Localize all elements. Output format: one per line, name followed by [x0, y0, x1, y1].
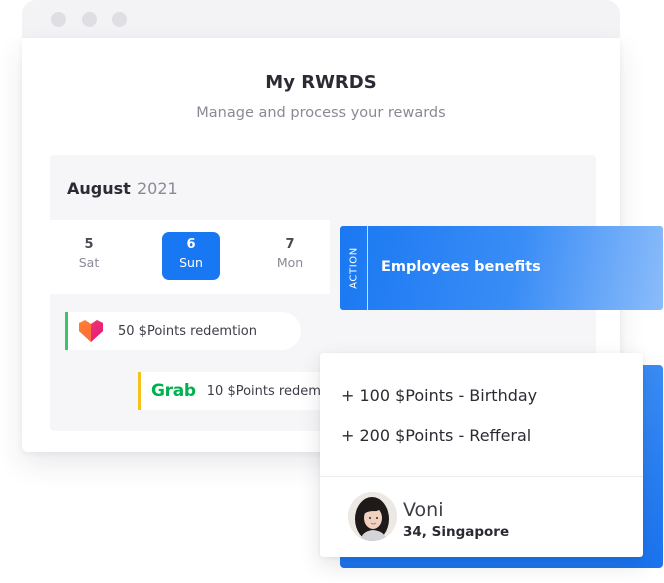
- day-name: Mon: [276, 255, 304, 270]
- action-tag-label: ACTION: [348, 247, 360, 289]
- page-subtitle: Manage and process your rewards: [196, 105, 446, 121]
- day-option-sun[interactable]: 6 Sun: [162, 232, 220, 280]
- window-title-bar: [22, 0, 620, 40]
- window-dot-close[interactable]: [51, 12, 66, 27]
- action-title: Employees benefits: [381, 259, 541, 275]
- user-meta: 34, Singapore: [403, 524, 510, 540]
- day-option-sat[interactable]: 5 Sat: [60, 232, 118, 280]
- day-option-mon[interactable]: 7 Mon: [261, 232, 319, 280]
- points-card: + 100 $Points - Birthday + 200 $Points -…: [320, 353, 643, 557]
- window-dot-maximize[interactable]: [112, 12, 127, 27]
- action-tag: ACTION: [340, 226, 368, 310]
- day-number: 6: [186, 237, 196, 252]
- avatar: [348, 492, 397, 541]
- points-line-referral: + 200 $Points - Refferal: [341, 426, 532, 445]
- points-line-birthday: + 100 $Points - Birthday: [341, 386, 538, 405]
- grab-logo-icon: Grab: [151, 381, 196, 401]
- day-number: 5: [84, 237, 94, 252]
- day-name: Sun: [179, 255, 203, 270]
- day-number: 7: [285, 237, 295, 252]
- day-selector: 5 Sat 6 Sun 7 Mon: [50, 220, 330, 294]
- lazada-heart-icon: [79, 320, 103, 342]
- action-card-employees-benefits[interactable]: ACTION Employees benefits: [340, 226, 663, 310]
- day-name: Sat: [78, 255, 100, 270]
- window-dot-minimize[interactable]: [82, 12, 97, 27]
- page-title: My RWRDS: [265, 72, 377, 93]
- redemption-text: 50 $Points redemtion: [118, 323, 258, 339]
- user-photo-icon: [348, 492, 397, 541]
- redemption-item-lazada[interactable]: 50 $Points redemtion: [65, 312, 301, 350]
- divider: [320, 476, 643, 477]
- user-name: Voni: [403, 499, 444, 521]
- calendar-year: 2021: [137, 179, 178, 198]
- calendar-month: August: [67, 179, 131, 198]
